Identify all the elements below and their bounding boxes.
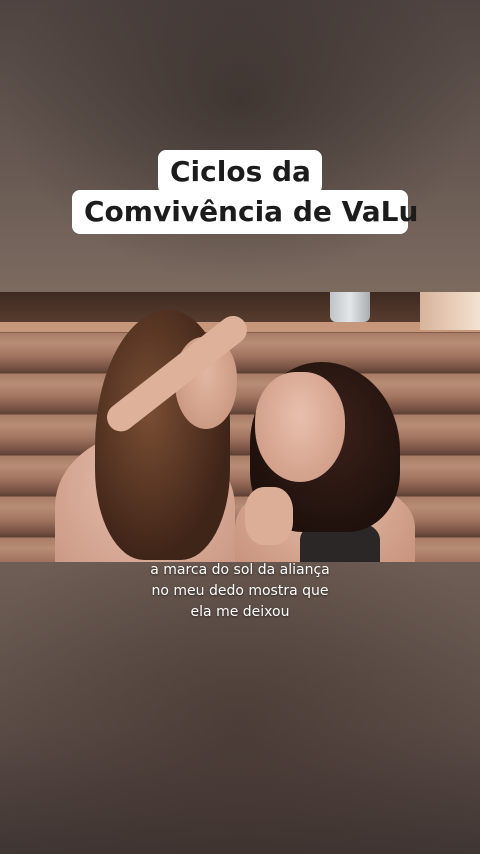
window-light (420, 292, 480, 330)
title-line-1: Ciclos da (158, 150, 322, 194)
caption-line: no meu dedo mostra que (151, 583, 329, 599)
right-woman-face (255, 372, 345, 482)
metal-pot (330, 292, 370, 322)
title-line-2: Comvivência de VaLu (72, 190, 418, 234)
right-woman-hand (245, 487, 293, 545)
subtitle-caption: a marca do sol da aliança no meu dedo mo… (0, 560, 480, 623)
caption-line: ela me deixou (190, 604, 290, 620)
caption-line: a marca do sol da aliança (150, 562, 330, 578)
video-frame[interactable] (0, 292, 480, 562)
